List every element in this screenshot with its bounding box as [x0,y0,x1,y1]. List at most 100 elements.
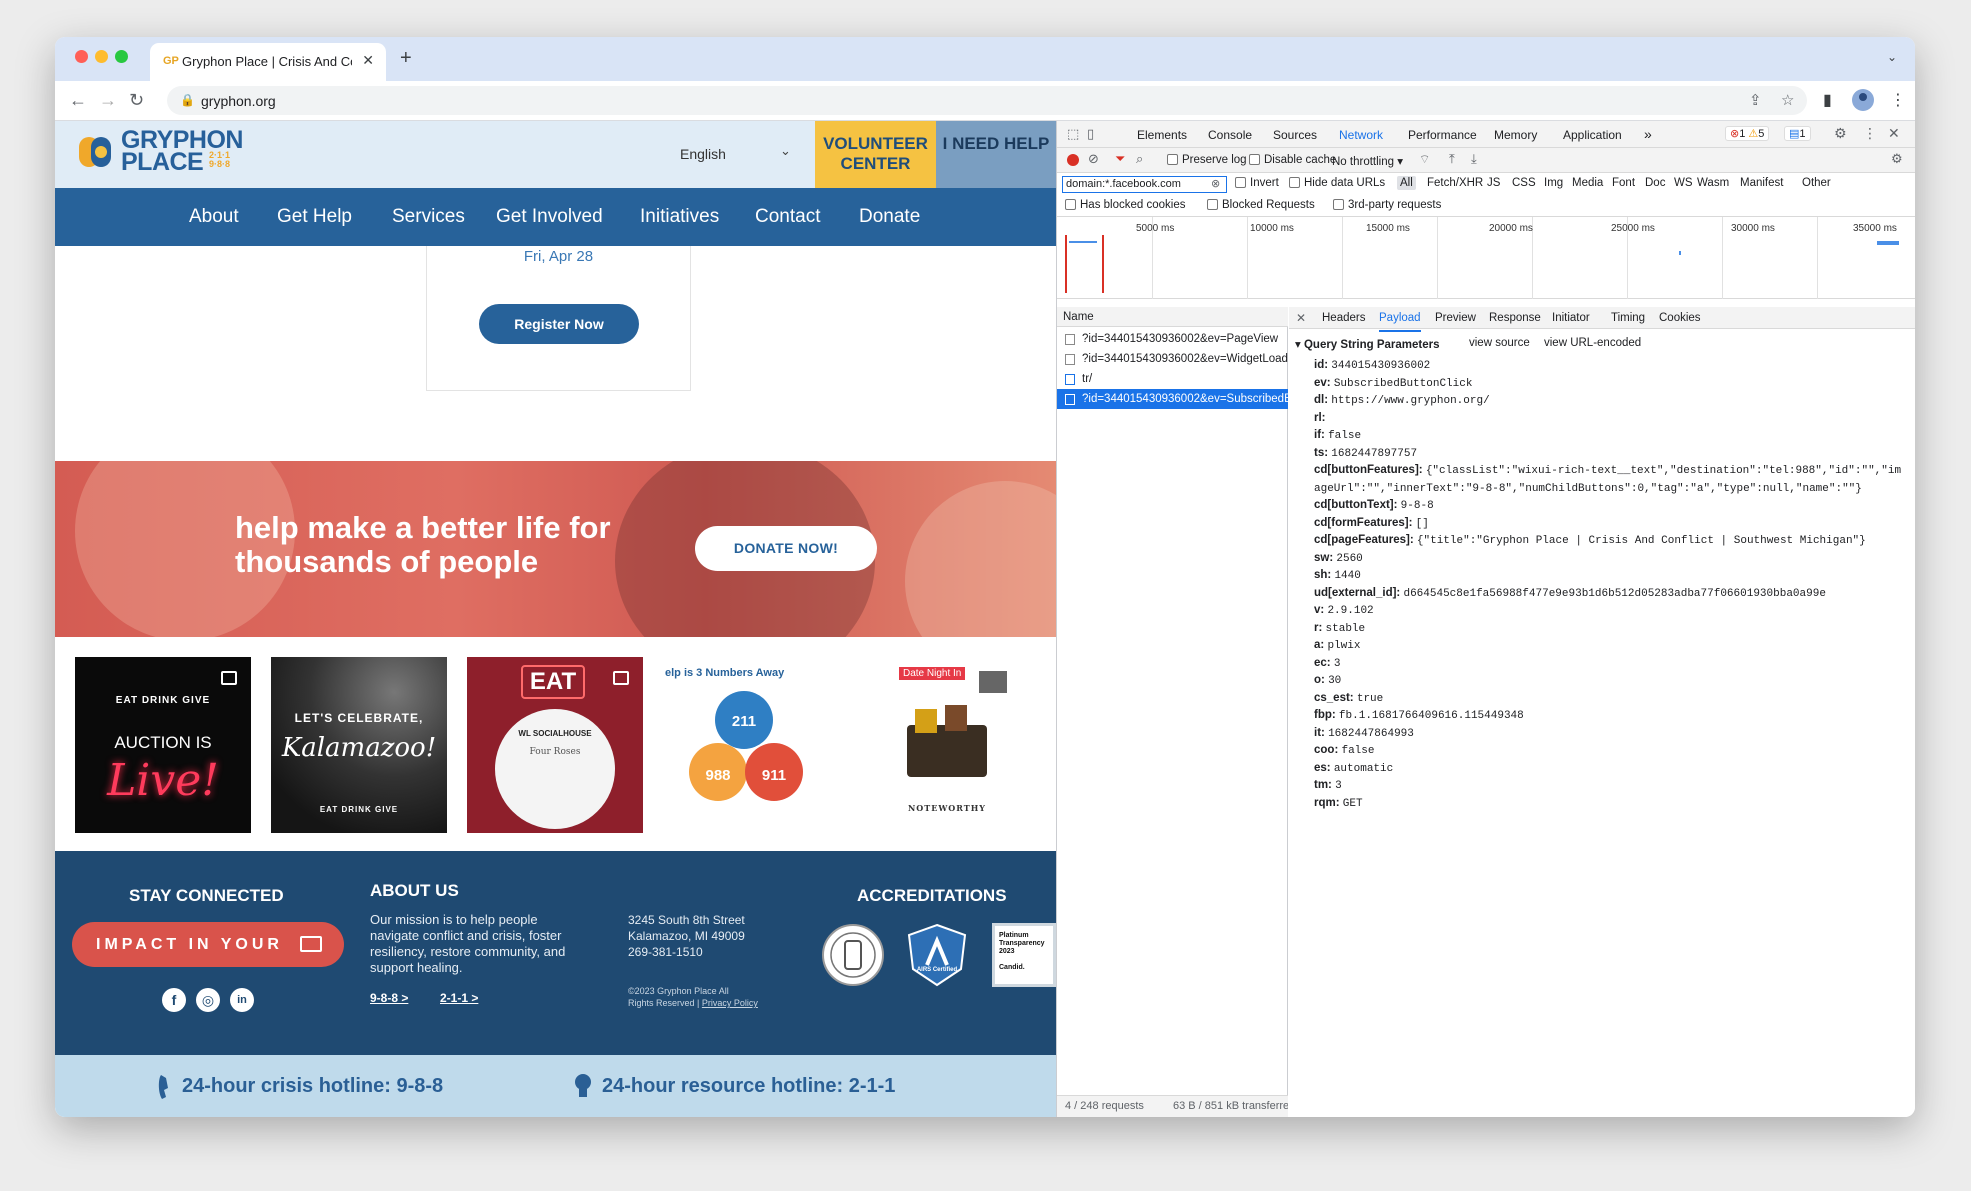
nav-services[interactable]: Services [392,206,465,228]
phone-number[interactable]: 269-381-1510 [628,944,745,960]
zoom-window-button[interactable] [115,50,128,63]
third-party-checkbox[interactable]: 3rd-party requests [1333,199,1441,211]
register-now-button[interactable]: Register Now [479,304,639,344]
type-filter-css[interactable]: CSS [1512,177,1536,189]
back-arrow-icon[interactable]: ← [69,90,87,111]
inspect-element-icon[interactable]: ⬚ [1067,126,1079,142]
filter-icon[interactable]: ⏷ [1115,151,1125,167]
nav-get-help[interactable]: Get Help [277,206,352,228]
more-tabs-icon[interactable]: » [1644,126,1652,142]
tab-network[interactable]: Network [1339,128,1384,150]
clear-icon[interactable]: ⊘ [1088,151,1099,167]
gryphon-logo-icon[interactable] [77,131,119,173]
view-source-link[interactable]: view source [1469,337,1530,349]
devtools-menu-icon[interactable]: ⋮ [1863,125,1877,142]
minimize-window-button[interactable] [95,50,108,63]
view-url-encoded-link[interactable]: view URL-encoded [1544,337,1641,349]
nav-donate[interactable]: Donate [859,206,920,228]
tab-sources[interactable]: Sources [1273,128,1317,142]
address-bar[interactable]: 🔒 gryphon.org ⇪ ☆ [167,86,1807,115]
search-icon[interactable]: ⌕ [1136,151,1143,167]
network-conditions-icon[interactable]: ⌔ [1419,152,1430,167]
network-overview-timeline[interactable]: 5000 ms 10000 ms 15000 ms 20000 ms 25000… [1057,217,1915,299]
messages-counter[interactable]: ▤1 [1784,126,1811,141]
disable-cache-checkbox[interactable]: Disable cache [1249,154,1336,166]
new-tab-icon[interactable]: + [400,47,412,70]
type-filter-other[interactable]: Other [1802,177,1831,189]
filter-input[interactable]: domain:*.facebook.com [1062,176,1227,193]
profile-avatar[interactable] [1852,89,1874,111]
linkedin-icon[interactable]: in [230,988,254,1012]
language-select[interactable]: English [680,146,726,162]
issues-counter[interactable]: ⊗1 ⚠5 [1725,126,1770,141]
request-row[interactable]: tr/ [1057,369,1288,389]
side-panel-icon[interactable]: ▮ [1823,90,1832,110]
type-filter-font[interactable]: Font [1612,177,1635,189]
donate-now-button[interactable]: DONATE NOW! [695,526,877,571]
query-string-section-toggle[interactable]: ▾ Query String Parameters [1295,337,1439,351]
candid-transparency-badge[interactable]: Platinum Transparency 2023 Candid. [992,923,1056,987]
forward-arrow-icon[interactable]: → [99,90,117,111]
instagram-tile[interactable]: EAT DRINK GIVE AUCTION IS Live! [75,657,251,833]
nav-initiatives[interactable]: Initiatives [640,206,719,228]
link-211[interactable]: 2-1-1 > [440,991,478,1005]
tab-search-chevron-icon[interactable]: ⌄ [1887,50,1897,64]
record-icon[interactable] [1067,154,1079,166]
impact-in-your-inbox-button[interactable]: IMPACT IN YOUR [72,922,344,967]
type-filter-manifest[interactable]: Manifest [1740,177,1783,189]
tab-application[interactable]: Application [1563,128,1622,142]
settings-gear-icon[interactable]: ⚙ [1834,125,1847,142]
instagram-tile[interactable]: elp is 3 Numbers Away 211 988 911 [663,657,839,833]
tab-headers[interactable]: Headers [1322,312,1365,324]
instagram-tile[interactable]: EAT WL SOCIALHOUSE Four Roses [467,657,643,833]
type-filter-wasm[interactable]: Wasm [1697,177,1729,189]
tab-elements[interactable]: Elements [1137,128,1187,142]
nav-get-involved[interactable]: Get Involved [496,206,603,228]
device-toolbar-icon[interactable]: ▯ [1087,126,1094,142]
tab-cookies[interactable]: Cookies [1659,312,1701,324]
tab-payload[interactable]: Payload [1379,312,1421,332]
facebook-icon[interactable]: f [162,988,186,1012]
tab-response[interactable]: Response [1489,312,1541,324]
resource-hotline-text[interactable]: 24-hour resource hotline: 2-1-1 [602,1075,895,1098]
request-row-selected[interactable]: ?id=344015430936002&ev=SubscribedButtonC… [1057,389,1288,409]
instagram-icon[interactable]: ◎ [196,988,220,1012]
crisis-hotline-text[interactable]: 24-hour crisis hotline: 9-8-8 [182,1075,443,1098]
instagram-tile[interactable]: LET'S CELEBRATE, Kalamazoo! EAT DRINK GI… [271,657,447,833]
airs-certified-badge[interactable]: AIRS Certified [905,923,969,987]
privacy-policy-link[interactable]: Privacy Policy [702,998,758,1008]
tab-performance[interactable]: Performance [1408,128,1477,142]
bookmark-star-icon[interactable]: ☆ [1781,91,1794,109]
blocked-cookies-checkbox[interactable]: Has blocked cookies [1065,199,1185,211]
type-filter-fetch-xhr[interactable]: Fetch/XHR [1427,177,1483,189]
network-settings-gear-icon[interactable]: ⚙ [1891,151,1903,167]
name-column-header[interactable]: Name [1057,307,1288,327]
type-filter-ws[interactable]: WS [1674,177,1693,189]
type-filter-media[interactable]: Media [1572,177,1603,189]
request-row[interactable]: ?id=344015430936002&ev=PageView [1057,329,1288,349]
export-har-icon[interactable]: ⤓ [1471,151,1477,167]
request-row[interactable]: ?id=344015430936002&ev=WidgetLoad [1057,349,1288,369]
type-filter-img[interactable]: Img [1544,177,1563,189]
close-devtools-icon[interactable]: ✕ [1888,125,1900,142]
nav-contact[interactable]: Contact [755,206,820,228]
clear-filter-icon[interactable]: ⊗ [1211,177,1220,190]
close-tab-icon[interactable]: ✕ [362,52,374,69]
chevron-down-icon[interactable]: ⌄ [780,143,791,159]
type-filter-all[interactable]: All [1397,176,1416,190]
tab-timing[interactable]: Timing [1611,312,1645,324]
close-details-icon[interactable]: ✕ [1296,311,1306,325]
browser-tab[interactable]: GP Gryphon Place | Crisis And Conflict ✕ [150,43,386,81]
nav-about[interactable]: About [189,206,239,228]
accreditation-seal-icon[interactable] [821,923,885,987]
instagram-tile[interactable]: Date Night In NOTEWORTHY [859,657,1035,833]
tab-console[interactable]: Console [1208,128,1252,142]
browser-menu-icon[interactable]: ⋮ [1890,90,1906,110]
tab-preview[interactable]: Preview [1435,312,1476,324]
invert-checkbox[interactable]: Invert [1235,177,1279,189]
type-filter-js[interactable]: JS [1487,177,1500,189]
share-icon[interactable]: ⇪ [1749,91,1762,109]
volunteer-center-button[interactable]: VOLUNTEER CENTER [815,121,936,188]
tab-memory[interactable]: Memory [1494,128,1537,142]
i-need-help-button[interactable]: I NEED HELP [936,121,1056,188]
